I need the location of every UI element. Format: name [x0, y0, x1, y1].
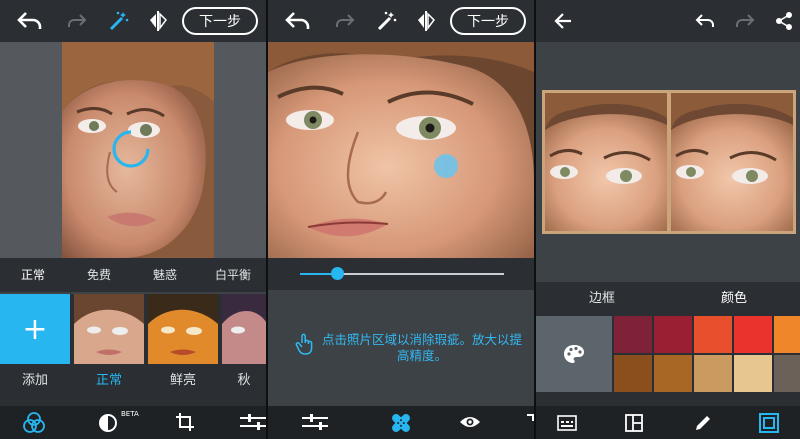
- next-button[interactable]: 下一步: [450, 7, 526, 35]
- label-vivid: 鲜亮: [169, 373, 196, 388]
- filter-thumb-vivid[interactable]: [148, 294, 218, 364]
- brush-size-knob[interactable]: [330, 267, 344, 280]
- filter-category-tabs: 正常 免费 魅惑 白平衡: [0, 258, 266, 292]
- tab-border[interactable]: 边框: [536, 282, 668, 316]
- compare-icon[interactable]: [415, 9, 437, 33]
- color-swatch[interactable]: [734, 316, 772, 353]
- looks-icon[interactable]: [96, 412, 120, 434]
- heal-brush-spot: [434, 154, 458, 178]
- color-swatch[interactable]: [774, 355, 800, 392]
- framed-photo-canvas[interactable]: [542, 90, 796, 234]
- filter-thumb-autumn[interactable]: [222, 294, 266, 364]
- heal-bandage-icon[interactable]: [388, 410, 414, 436]
- undo-icon[interactable]: [694, 11, 716, 31]
- top-toolbar: 下一步: [268, 0, 534, 42]
- filters-icon[interactable]: [22, 411, 46, 435]
- frame-icon[interactable]: [758, 412, 780, 434]
- next-button[interactable]: 下一步: [182, 7, 258, 35]
- eye-icon[interactable]: [458, 413, 482, 431]
- share-icon[interactable]: [774, 10, 794, 32]
- hint-text: 点击照片区域以消除瑕疵。放大以提高精度。: [322, 332, 523, 363]
- bottom-toolbar: BETA: [0, 406, 266, 439]
- hint-area: 点击照片区域以消除瑕疵。放大以提高精度。: [268, 290, 534, 406]
- framed-portrait-photo: [545, 93, 793, 231]
- redo-icon[interactable]: [334, 11, 356, 31]
- photo-canvas[interactable]: [0, 42, 266, 258]
- undo-icon[interactable]: [16, 9, 44, 33]
- magic-wand-icon[interactable]: [107, 9, 131, 33]
- magic-wand-icon[interactable]: [375, 9, 399, 33]
- tap-hand-icon: [294, 332, 316, 356]
- compare-icon[interactable]: [147, 9, 169, 33]
- frame-panel: 边框 颜色: [536, 0, 800, 439]
- label-autumn: 秋: [237, 373, 251, 388]
- frame-tabs: 边框 颜色: [536, 282, 800, 316]
- label-add: 添加: [21, 373, 48, 388]
- photo-canvas[interactable]: [268, 42, 534, 258]
- filter-thumb-normal[interactable]: [74, 294, 144, 364]
- color-swatch[interactable]: [614, 316, 652, 353]
- redo-icon[interactable]: [66, 11, 88, 31]
- color-swatch[interactable]: [614, 355, 652, 392]
- color-swatch[interactable]: [654, 316, 692, 353]
- pencil-icon[interactable]: [692, 412, 714, 434]
- tab-glamour[interactable]: 魅惑: [132, 258, 198, 292]
- bottom-toolbar: [268, 406, 534, 439]
- redo-icon[interactable]: [734, 11, 756, 31]
- tab-white-balance[interactable]: 白平衡: [200, 258, 266, 292]
- layout-icon[interactable]: [624, 413, 644, 433]
- color-swatches: [536, 316, 800, 406]
- filter-thumbnails: +: [0, 294, 266, 364]
- beta-badge: BETA: [121, 410, 139, 418]
- adjust-icon[interactable]: [240, 412, 266, 432]
- back-arrow-icon[interactable]: [552, 10, 574, 32]
- text-icon[interactable]: [556, 414, 578, 432]
- crop-icon[interactable]: [174, 411, 196, 433]
- zoomed-portrait-photo: [268, 42, 534, 258]
- undo-icon[interactable]: [284, 9, 312, 33]
- adjust-icon[interactable]: [302, 412, 328, 432]
- color-swatch[interactable]: [694, 316, 732, 353]
- filter-labels: 添加 正常 鲜亮 秋: [0, 364, 266, 406]
- color-swatch[interactable]: [654, 355, 692, 392]
- expand-icon[interactable]: [526, 414, 534, 430]
- brush-size-slider-area: [268, 258, 534, 290]
- brush-cursor-ring: [108, 126, 154, 172]
- tab-free[interactable]: 免费: [66, 258, 132, 292]
- top-toolbar: [536, 0, 800, 42]
- palette-icon: [564, 345, 584, 363]
- top-toolbar: 下一步: [0, 0, 266, 42]
- label-normal: 正常: [95, 373, 122, 388]
- color-swatch[interactable]: [774, 316, 800, 353]
- palette-button[interactable]: [536, 316, 612, 392]
- spot-heal-panel: 下一步 点击照片区域以消除瑕疵。放大以提高精度。: [268, 0, 534, 439]
- color-swatch[interactable]: [694, 355, 732, 392]
- tab-normal[interactable]: 正常: [0, 258, 66, 292]
- filter-panel: 下一步 正常 免费 魅惑 白平衡 + 添加 正常 鲜亮 秋 BETA: [0, 0, 266, 439]
- tab-color[interactable]: 颜色: [668, 282, 800, 316]
- bottom-toolbar: [536, 406, 800, 439]
- color-swatch[interactable]: [734, 355, 772, 392]
- add-filter-button[interactable]: +: [0, 294, 70, 364]
